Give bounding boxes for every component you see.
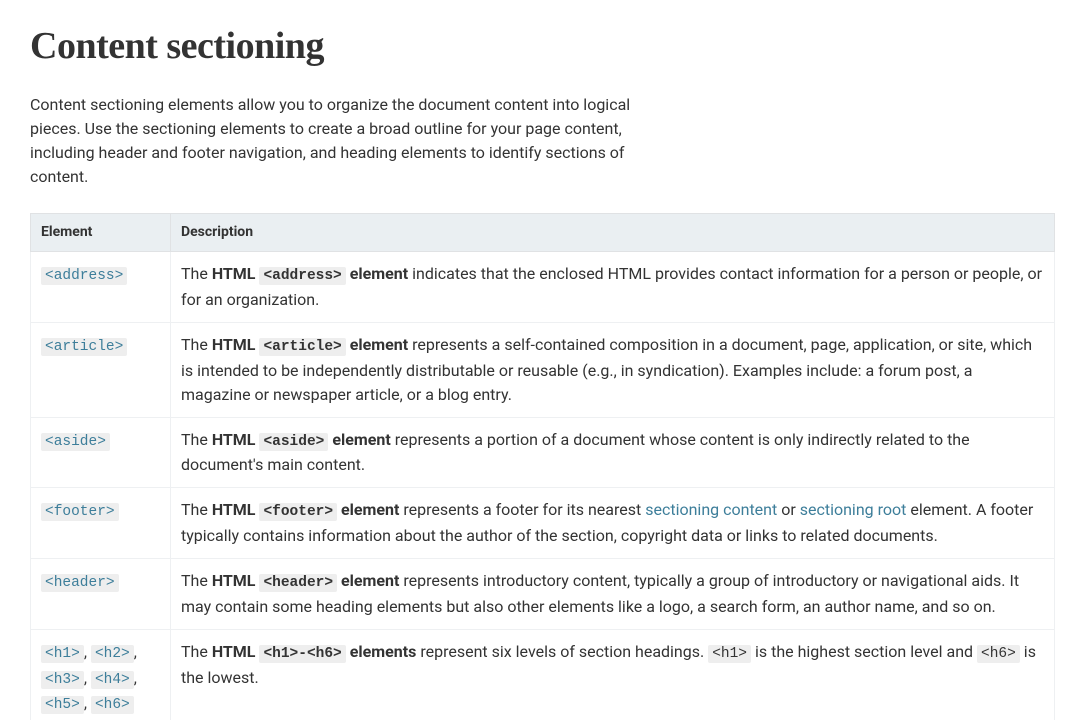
code-tag: <aside> — [41, 433, 110, 451]
element-link-h1[interactable]: <h1> — [41, 642, 84, 661]
element-link-address[interactable]: <address> — [41, 264, 127, 283]
intro-paragraph: Content sectioning elements allow you to… — [30, 93, 660, 189]
table-row: <article> The HTML <article> element rep… — [31, 322, 1055, 417]
description-cell: The HTML <footer> element represents a f… — [171, 488, 1055, 559]
description-cell: The HTML <header> element represents int… — [171, 559, 1055, 630]
table-row: <address> The HTML <address> element ind… — [31, 252, 1055, 323]
code-tag: <footer> — [41, 503, 119, 521]
link-sectioning-content[interactable]: sectioning content — [645, 500, 777, 519]
link-sectioning-root[interactable]: sectioning root — [800, 500, 907, 519]
element-link-header[interactable]: <header> — [41, 571, 119, 590]
element-link-footer[interactable]: <footer> — [41, 500, 119, 519]
element-link-h5[interactable]: <h5> — [41, 693, 84, 712]
table-row: <h1>, <h2>, <h3>, <h4>, <h5>, <h6> The H… — [31, 629, 1055, 720]
element-link-h6[interactable]: <h6> — [91, 693, 134, 712]
table-row: <footer> The HTML <footer> element repre… — [31, 488, 1055, 559]
description-cell: The HTML <h1>-<h6> elements represent si… — [171, 629, 1055, 720]
element-link-h4[interactable]: <h4> — [91, 668, 134, 687]
description-cell: The HTML <article> element represents a … — [171, 322, 1055, 417]
page-title: Content sectioning — [30, 18, 1055, 75]
code-tag: <header> — [41, 574, 119, 592]
elements-table: Element Description <address> The HTML <… — [30, 213, 1055, 720]
element-link-h2[interactable]: <h2> — [91, 642, 134, 661]
description-cell: The HTML <aside> element represents a po… — [171, 417, 1055, 488]
description-cell: The HTML <address> element indicates tha… — [171, 252, 1055, 323]
code-tag: <address> — [41, 267, 127, 285]
table-row: <aside> The HTML <aside> element represe… — [31, 417, 1055, 488]
element-link-aside[interactable]: <aside> — [41, 430, 110, 449]
code-tag: <article> — [41, 338, 127, 356]
element-link-h3[interactable]: <h3> — [41, 668, 84, 687]
col-element: Element — [31, 214, 171, 252]
element-link-article[interactable]: <article> — [41, 335, 127, 354]
col-description: Description — [171, 214, 1055, 252]
table-row: <header> The HTML <header> element repre… — [31, 559, 1055, 630]
